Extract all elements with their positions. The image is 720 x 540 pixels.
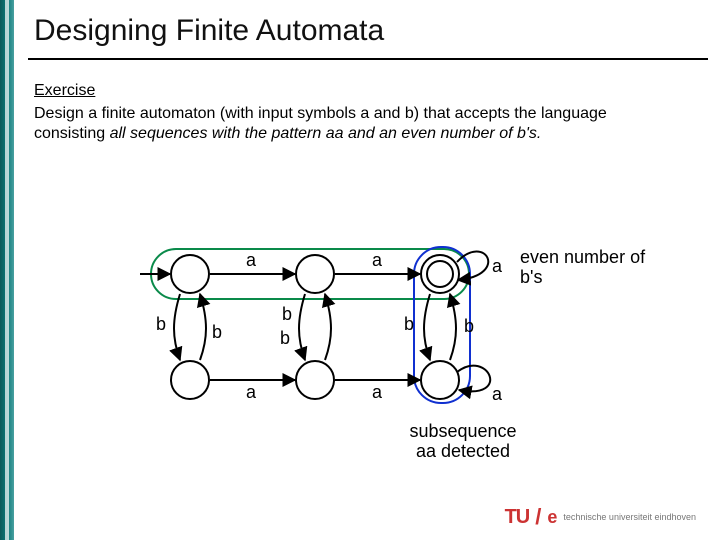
left-accent-highlight <box>5 0 9 540</box>
logo-slash-icon: / <box>535 504 541 530</box>
automaton-diagram: a a a b b b b b b a a a even number of b… <box>120 250 640 460</box>
edge-label-a-selfloop-top: a <box>492 256 502 277</box>
edge-label-a-selfloop-bot: a <box>492 384 502 405</box>
edge-label-b-1: b <box>156 314 166 335</box>
edge-label-b-4: b <box>280 328 290 349</box>
edge-label-b-5: b <box>404 314 414 335</box>
logo-subtext: technische universiteit eindhoven <box>563 513 696 522</box>
edge-label-a-3: a <box>246 382 256 403</box>
logo-text-tu: TU <box>505 506 530 529</box>
university-logo: TU/ e technische universiteit eindhoven <box>505 504 696 530</box>
edge-label-a-1: a <box>246 250 256 271</box>
annotation-even-b: even number of b's <box>520 248 660 288</box>
page-title: Designing Finite Automata <box>34 14 700 48</box>
logo-text-e: e <box>547 507 557 528</box>
edge-label-b-6: b <box>464 316 474 337</box>
annotation-aa: subsequence aa detected <box>398 422 528 462</box>
title-divider <box>28 58 708 60</box>
exercise-text: Design a finite automaton (with input sy… <box>34 104 674 144</box>
edge-label-a-4: a <box>372 382 382 403</box>
edge-label-b-3: b <box>282 304 292 325</box>
edge-label-a-2: a <box>372 250 382 271</box>
exercise-text-ital: all sequences with the pattern aa and an… <box>110 125 542 142</box>
exercise-heading: Exercise <box>34 82 700 100</box>
edge-label-b-2: b <box>212 322 222 343</box>
